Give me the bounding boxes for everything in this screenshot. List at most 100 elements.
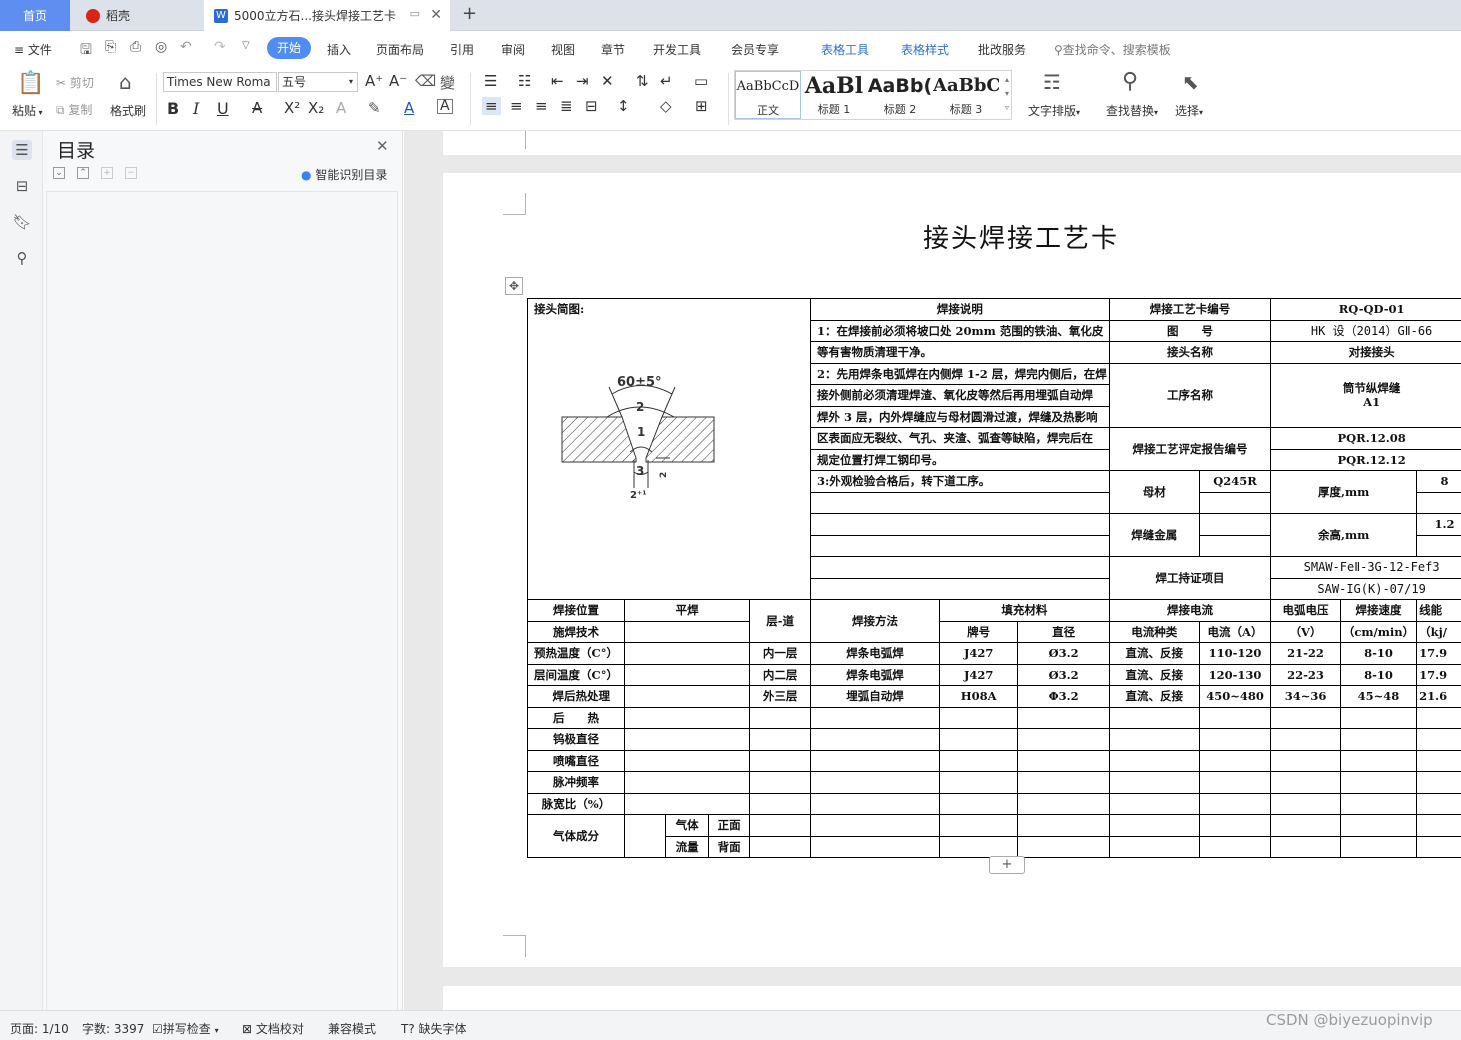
- underline-icon[interactable]: U: [217, 99, 229, 118]
- cut-button[interactable]: ✂ 剪切: [56, 74, 94, 91]
- table-icon[interactable]: ▭: [694, 72, 708, 90]
- menu-insert[interactable]: 插入: [327, 41, 351, 58]
- spell-check-button[interactable]: ☑拼写检查 ▾: [152, 1020, 219, 1037]
- table-move-icon[interactable]: ✥: [505, 277, 523, 295]
- decrease-indent-icon[interactable]: ⇤: [551, 72, 564, 90]
- header-speed: 焊接速度: [1339, 599, 1418, 622]
- font-name-select[interactable]: Times New Roma: [163, 72, 277, 92]
- menu-view[interactable]: 视图: [551, 41, 575, 58]
- style-heading-2[interactable]: AaBb( 标题 2: [867, 71, 933, 119]
- select-button[interactable]: 选择▾: [1175, 102, 1203, 119]
- undo-icon[interactable]: ↶: [180, 39, 192, 55]
- italic-icon[interactable]: I: [193, 99, 199, 118]
- tab-daoke[interactable]: 稻壳: [74, 0, 200, 31]
- tab-document-label: 5000立方石...接头焊接工艺卡: [234, 9, 396, 23]
- tab-window-icon[interactable]: ▭: [410, 7, 420, 20]
- paste-button[interactable]: 粘贴 ▾: [12, 102, 43, 119]
- print-preview-icon[interactable]: ◎: [155, 39, 167, 55]
- style-heading-1[interactable]: AaBl 标题 1: [801, 71, 867, 119]
- menu-table-tools[interactable]: 表格工具: [821, 41, 869, 58]
- select-cursor-icon[interactable]: ⬉: [1182, 70, 1199, 94]
- menu-references[interactable]: 引用: [450, 41, 474, 58]
- style-heading-3[interactable]: AaBbC 标题 3: [933, 71, 999, 119]
- quick-access-dropdown-icon[interactable]: ▽: [242, 40, 250, 51]
- tab-document[interactable]: W 5000立方石...接头焊接工艺卡 ▭ ✕: [204, 0, 450, 31]
- find-replace-button[interactable]: 查找替换▾: [1106, 102, 1158, 119]
- numbering-icon[interactable]: ☷: [518, 72, 531, 90]
- shading-icon[interactable]: ◇: [660, 97, 672, 115]
- strikethrough-icon[interactable]: A: [252, 99, 262, 117]
- export-pdf-icon[interactable]: ⎘: [105, 39, 116, 55]
- remove-level-icon[interactable]: −: [125, 167, 137, 179]
- find-replace-icon[interactable]: ⚲: [1122, 69, 1138, 94]
- redo-icon[interactable]: ↷: [214, 39, 226, 55]
- text-layout-button[interactable]: 文字排版▾: [1028, 102, 1080, 119]
- missing-font-button[interactable]: T? 缺失字体: [401, 1020, 467, 1037]
- menu-member[interactable]: 会员专享: [731, 41, 779, 58]
- chinese-layout-icon[interactable]: ✕: [601, 72, 614, 90]
- bold-icon[interactable]: B: [167, 99, 179, 118]
- sort-icon[interactable]: ⇅: [636, 72, 649, 90]
- menu-page-layout[interactable]: 页面布局: [376, 41, 424, 58]
- gas-comp-label: 气体成分: [526, 814, 626, 858]
- bookmark-icon[interactable]: 🔖︎: [12, 212, 32, 232]
- bullets-icon[interactable]: ☰: [484, 72, 497, 90]
- tab-home[interactable]: 首页: [0, 0, 70, 31]
- phonetic-icon[interactable]: 變: [440, 72, 455, 93]
- char-border-icon[interactable]: A: [437, 99, 453, 114]
- close-icon[interactable]: ✕: [376, 137, 389, 155]
- smart-toc-button[interactable]: ● 智能识别目录: [301, 166, 387, 183]
- paste-label: 粘贴: [12, 104, 37, 118]
- menu-start[interactable]: 开始: [267, 37, 311, 59]
- paste-icon[interactable]: 📋: [17, 71, 44, 96]
- clear-format-icon[interactable]: ⌫: [415, 72, 436, 90]
- collapse-all-icon[interactable]: ⌃: [77, 167, 89, 179]
- header-voltage-unit: （V）: [1270, 620, 1341, 643]
- page-indicator[interactable]: 页面: 1/10: [10, 1020, 69, 1037]
- highlight-icon[interactable]: ✎: [368, 99, 381, 117]
- show-marks-icon[interactable]: ↵: [660, 72, 673, 90]
- menu-table-style[interactable]: 表格样式: [901, 41, 949, 58]
- grow-font-icon[interactable]: A⁺: [365, 72, 383, 90]
- menu-correction[interactable]: 批改服务: [978, 41, 1026, 58]
- font-size-select[interactable]: 五号 ▾: [278, 72, 358, 92]
- add-level-icon[interactable]: +: [101, 167, 113, 179]
- copy-button[interactable]: ⧉ 复制: [56, 101, 92, 118]
- subscript-icon[interactable]: X₂: [308, 99, 324, 117]
- style-gallery-scroll-icon[interactable]: ▴ ▾ ▿: [1005, 73, 1009, 115]
- format-painter-icon[interactable]: ⌂: [119, 70, 132, 94]
- print-icon[interactable]: ⎙: [130, 39, 141, 55]
- increase-indent-icon[interactable]: ⇥: [576, 72, 589, 90]
- borders-icon[interactable]: ⊞: [695, 97, 708, 115]
- font-color-icon[interactable]: A: [404, 99, 414, 117]
- save-icon[interactable]: 🖫: [80, 39, 92, 63]
- style-normal[interactable]: AaBbCcD 正文: [735, 71, 801, 119]
- toc-nav-icon[interactable]: ☰: [12, 140, 32, 160]
- format-painter-button[interactable]: 格式刷: [110, 102, 146, 119]
- search-panel-icon[interactable]: ⚲: [12, 248, 32, 268]
- text-effect-icon[interactable]: A: [336, 99, 346, 117]
- menu-file-label: 文件: [27, 43, 52, 57]
- expand-all-icon[interactable]: ⌄: [53, 167, 65, 179]
- chapter-nav-icon[interactable]: ⊟: [12, 176, 32, 196]
- menu-review[interactable]: 审阅: [501, 41, 525, 58]
- doc-proof-button[interactable]: ⊠ 文档校对: [242, 1020, 304, 1037]
- align-center-icon[interactable]: ≡: [510, 97, 523, 115]
- text-layout-icon[interactable]: ☶: [1043, 70, 1061, 94]
- command-search[interactable]: ⚲查找命令、搜索模板: [1054, 41, 1171, 58]
- align-right-icon[interactable]: ≡: [535, 97, 548, 115]
- superscript-icon[interactable]: X²: [284, 99, 300, 117]
- shrink-font-icon[interactable]: A⁻: [389, 72, 407, 90]
- word-count[interactable]: 字数: 3397: [82, 1020, 144, 1037]
- justify-icon[interactable]: ≣: [560, 97, 573, 115]
- new-tab-icon[interactable]: +: [462, 3, 477, 24]
- line-spacing-icon[interactable]: ↕: [617, 97, 630, 115]
- menu-file[interactable]: ≡ 文件: [14, 41, 52, 58]
- missing-font-label: 缺失字体: [418, 1022, 467, 1036]
- distribute-icon[interactable]: ⊟: [585, 97, 598, 115]
- tab-close-icon[interactable]: ✕: [430, 7, 442, 23]
- menu-developer[interactable]: 开发工具: [653, 41, 701, 58]
- add-row-icon[interactable]: +: [989, 856, 1025, 874]
- align-left-icon[interactable]: ≡: [482, 97, 501, 115]
- menu-section[interactable]: 章节: [601, 41, 625, 58]
